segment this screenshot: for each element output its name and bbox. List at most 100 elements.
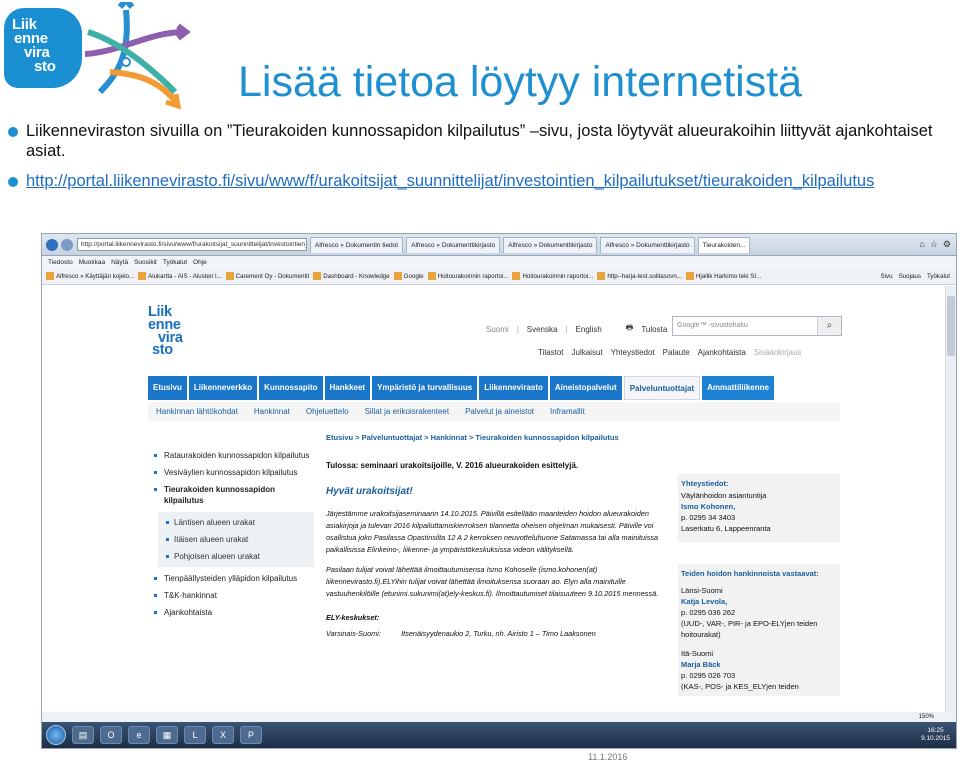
contact-phone: p. 0295 026 703 [681,671,736,680]
nav-ymparisto[interactable]: Ympäristö ja turvallisuus [372,376,478,400]
nav-etusivu[interactable]: Etusivu [148,376,187,400]
zoom-level[interactable]: 150% [919,714,934,720]
subnav-item[interactable]: Palvelut ja aineistot [465,402,534,422]
main-content: Tulossa: seminaari urakoitsijoille, V. 2… [326,460,666,648]
subnav-item[interactable]: Hankinnat [254,402,290,422]
favorite-item[interactable]: Hoitourakoinnin raportoi... [427,269,508,284]
login-link[interactable]: Sisäänkirjaus [754,348,802,357]
paragraph: Pasilaan tulijat voivat lähettää ilmoitt… [326,565,659,598]
menu-item[interactable]: Työkalut [163,256,187,269]
lang-english[interactable]: English [576,325,602,334]
nav-liikenneverkko[interactable]: Liikenneverkko [188,376,258,400]
leftnav-item[interactable]: Ajankohtaista [152,607,314,618]
favorite-item[interactable]: Dashboard - Knowledge [313,269,390,284]
breadcrumb[interactable]: Etusivu > Palveluntuottajat > Hankinnat … [326,433,619,442]
system-clock[interactable]: 16:25 9.10.2015 [921,727,956,743]
paragraph: Järjestämme urakoitsijaseminaarin 14.10.… [326,509,659,554]
contact-name[interactable]: Marja Bäck [681,659,837,670]
lang-svenska[interactable]: Svenska [527,325,558,334]
nav-aineistopalvelut[interactable]: Aineistopalvelut [549,376,622,400]
nav-palveluntuottajat[interactable]: Palveluntuottajat [623,376,701,400]
safety-menu[interactable]: Suojaus [899,269,921,284]
menu-item[interactable]: Näytä [111,256,128,269]
vertical-scrollbar[interactable] [945,286,956,734]
favorite-icon [138,272,147,281]
favorite-item[interactable]: Hoitourakoinnin raportoi... [512,269,593,284]
home-icon[interactable]: ⌂ [919,239,924,250]
browser-tab[interactable]: Alfresco » Dokumenttikirjasto [503,236,598,253]
page-menu[interactable]: Sivu [881,269,893,284]
util-link[interactable]: Palaute [663,348,690,357]
browser-menubar: Tiedosto Muokkaa Näytä Suosikit Työkalut… [42,256,956,269]
site-logo-line-4: sto [152,342,173,359]
portal-link[interactable]: http://portal.liikennevirasto.fi/sivu/ww… [26,172,874,190]
util-link[interactable]: Tilastot [538,348,564,357]
favorite-item[interactable]: Alukartta - AIS - Alusten l... [138,269,222,284]
favorite-item[interactable]: Alfresco » Käyttäjän kojelo... [46,269,134,284]
bullet-dot-icon [8,177,18,187]
browser-tab[interactable]: Alfresco » Dokumenttikirjasto [600,236,695,253]
favorite-item[interactable]: Hjallik Harkimo teki SI... [685,269,761,284]
site-logo[interactable]: Liik enne vira sto [148,305,183,359]
site-search-input[interactable]: Google™ -sivustohaku ⌕ [672,316,842,336]
subnav-item[interactable]: Ohjeluettelo [306,402,349,422]
settings-icon[interactable]: ⚙ [943,239,951,250]
contact-phone: p. 0295 036 262 [681,608,736,617]
lang-suomi[interactable]: Suomi [486,325,509,334]
menu-item[interactable]: Ohje [193,256,207,269]
menu-item[interactable]: Tiedosto [48,256,73,269]
logo-arrows-graphic [84,2,190,110]
nav-kunnossapito[interactable]: Kunnossapito [259,376,323,400]
internet-explorer-icon[interactable]: e [128,726,150,744]
favorite-label: Alfresco » Käyttäjän kojelo... [56,273,135,280]
contact-name[interactable]: Ismo Kohonen, [681,501,837,512]
nav-liikennevirasto[interactable]: Liikennevirasto [479,376,548,400]
search-icon[interactable]: ⌕ [817,317,841,335]
forward-icon[interactable] [61,238,73,251]
nav-ammattiliikenne[interactable]: Ammattiliikenne [702,376,774,400]
util-link[interactable]: Yhteystiedot [611,348,655,357]
subnav-item[interactable]: Sillat ja erikoisrakenteet [365,402,449,422]
print-link[interactable]: Tulosta [641,325,667,334]
browser-tab[interactable]: Alfresco » Dokumentin tiedot [310,236,404,253]
nav-hankkeet[interactable]: Hankkeet [324,376,371,400]
contact-name[interactable]: Katja Levola, [681,596,837,607]
start-button-icon[interactable] [46,725,66,745]
favorite-icon [46,272,54,281]
leftnav-subitem[interactable]: Pohjoisen alueen urakat [158,551,314,562]
leftnav-subitem[interactable]: Itäisen alueen urakat [158,534,314,545]
slide-title: Lisää tietoa löytyy internetistä [238,58,803,106]
folder-icon[interactable]: ▤ [72,726,94,744]
favorite-item[interactable]: Google [393,269,424,284]
leftnav-item[interactable]: T&K-hankinnat [152,590,314,601]
printer-icon[interactable]: 🖶 [626,322,634,336]
powerpoint-icon[interactable]: P [240,726,262,744]
subnav-item[interactable]: Inframallit [550,402,585,422]
leftnav-item[interactable]: Tienpäällysteiden ylläpidon kilpailutus [152,573,314,584]
browser-tab-active[interactable]: Tieurakoiden... [697,236,751,253]
excel-icon[interactable]: X [212,726,234,744]
address-bar[interactable]: http://portal.liikennevirasto.fi/sivu/ww… [77,238,307,251]
scrollbar-thumb[interactable] [947,296,955,356]
util-link[interactable]: Julkaisut [572,348,603,357]
star-icon[interactable]: ☆ [930,239,938,250]
favorite-item[interactable]: Carement Oy - Dokumentit [225,269,309,284]
menu-item[interactable]: Muokkaa [79,256,105,269]
leftnav-subitem[interactable]: Läntisen alueen urakat [158,517,314,528]
menu-item[interactable]: Suosikit [134,256,157,269]
lync-icon[interactable]: L [184,726,206,744]
util-link[interactable]: Ajankohtaista [698,348,746,357]
tools-menu[interactable]: Työkalut [927,269,950,284]
app-icon[interactable]: ▦ [156,726,178,744]
region-label: Itä-Suomi [681,649,714,658]
favorite-label: Alukartta - AIS - Alusten l... [148,273,222,280]
back-icon[interactable] [46,238,58,251]
leftnav-item[interactable]: Vesiväylien kunnossapidon kilpailutus [152,467,314,478]
browser-tab[interactable]: Alfresco » Dokumenttikirjasto [406,236,501,253]
leftnav-item[interactable]: Ratаurakoiden kunnossapidon kilpailutus [152,450,314,461]
favorite-item[interactable]: http--harja-test.solitasovn... [597,269,682,284]
contact-desc: (UUD-, VAR-, PIR- ja EPO-ELYjen teiden h… [681,619,818,639]
outlook-icon[interactable]: O [100,726,122,744]
subnav-item[interactable]: Hankinnan lähtökohdat [156,402,238,422]
leftnav-item-active[interactable]: Tieurakoiden kunnossapidon kilpailutus [152,484,314,506]
